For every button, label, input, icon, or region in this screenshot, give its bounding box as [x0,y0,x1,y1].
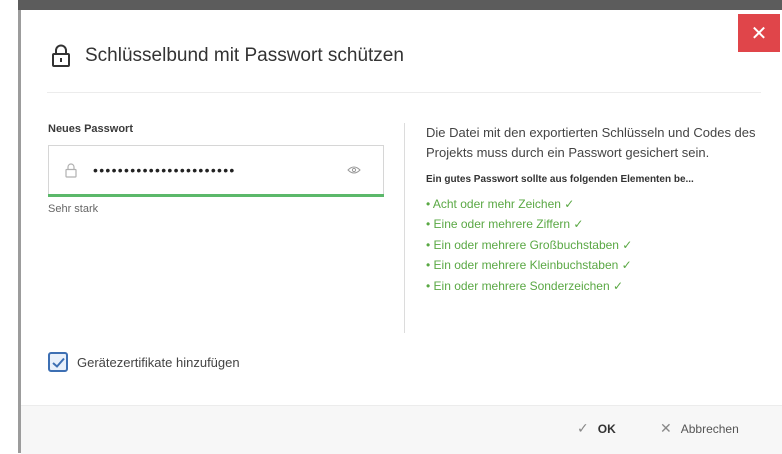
check-icon: ✓ [577,420,589,436]
device-certificates-checkbox[interactable] [48,352,68,372]
close-button[interactable]: ✕ [738,14,780,52]
rule-item: • Ein oder mehrere Sonderzeichen ✓ [426,278,624,293]
cancel-button[interactable]: ✕ Abbrechen [660,420,739,437]
dialog-header: Schlüsselbund mit Passwort schützen [51,44,404,68]
dialog-title: Schlüsselbund mit Passwort schützen [85,45,404,66]
password-field[interactable]: ••••••••••••••••••••••• [48,145,384,194]
column-divider [404,123,405,333]
app-frame: ✕ Schlüsselbund mit Passwort schützen Ne… [0,0,782,454]
window-edge-top [18,0,782,10]
device-certificates-option[interactable]: Gerätezertifikate hinzufügen [48,352,240,372]
device-certificates-label[interactable]: Gerätezertifikate hinzufügen [77,355,240,370]
eye-icon[interactable] [347,165,361,175]
password-input[interactable]: ••••••••••••••••••••••• [93,162,347,178]
rule-item: • Acht oder mehr Zeichen ✓ [426,197,575,211]
close-icon: ✕ [660,420,672,436]
checkmark-icon [51,357,65,368]
password-dialog: ✕ Schlüsselbund mit Passwort schützen Ne… [21,10,782,454]
password-strength-bar [48,194,384,197]
password-section: Neues Passwort ••••••••••••••••••••••• S… [48,123,400,215]
cancel-label: Abbrechen [680,421,739,436]
rule-item: • Ein oder mehrere Großbuchstaben ✓ [426,237,633,252]
password-label: Neues Passwort [48,123,133,135]
ok-label: OK [597,421,616,436]
password-strength-label: Sehr stark [48,203,99,215]
dialog-footer: ✓ OK ✕ Abbrechen [21,405,782,454]
rule-item: • Eine oder mehrere Ziffern ✓ [426,217,584,232]
rules-list: • Acht oder mehr Zeichen ✓ • Eine oder m… [426,194,761,296]
password-info: Die Datei mit den exportierten Schlüssel… [426,123,761,296]
header-divider [47,92,761,93]
lock-icon [65,162,77,178]
close-icon[interactable]: ✕ [751,21,768,46]
info-description: Die Datei mit den exportierten Schlüssel… [426,125,756,160]
rule-item: • Ein oder mehrere Kleinbuchstaben ✓ [426,258,632,273]
ok-button[interactable]: ✓ OK [577,420,616,437]
lock-icon [52,44,70,67]
rules-heading: Ein gutes Passwort sollte aus folgenden … [426,174,694,185]
